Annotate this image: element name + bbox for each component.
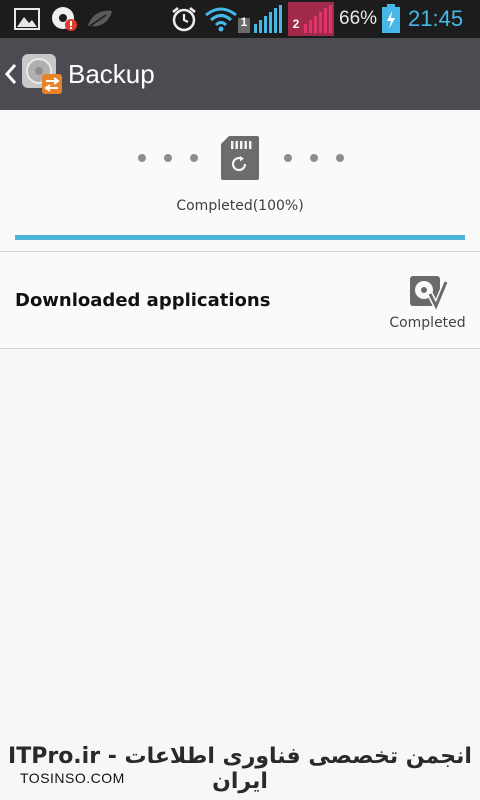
status-bar: 1 2 66% 21:45 [0,0,480,38]
signal-sim1-icon: 1 [238,0,284,38]
item-label: Downloaded applications [15,289,271,311]
sim1-label: 1 [240,15,248,29]
drive-check-icon [408,274,449,314]
battery-charging-icon [381,0,401,38]
backup-app-icon[interactable] [20,52,64,96]
backup-progress-panel: Completed(100%) [0,110,480,252]
chevron-left-icon[interactable] [4,38,20,110]
alarm-icon [170,0,198,38]
progress-status-text: Completed(100%) [176,198,304,214]
clock-time: 21:45 [408,6,464,31]
watermark-site: TOSINSO.COM [20,770,125,786]
item-status: Completed [389,315,466,331]
list-item[interactable]: Downloaded applications Completed [0,252,480,348]
sim2-label: 2 [292,17,300,31]
action-bar: Backup [0,38,480,110]
divider [0,348,480,349]
leaf-icon [86,0,114,38]
music-notification-icon [50,0,78,38]
wifi-icon [204,0,238,38]
progress-dots-left [138,150,198,166]
watermark-text: ITPro.ir - انجمن تخصصی فناوری اطلاعات ای… [8,744,472,794]
gallery-icon [14,0,40,38]
sd-card-restore-icon [221,135,259,181]
page-title: Backup [68,58,155,89]
signal-sim2-icon: 2 [288,0,334,38]
progress-dots-right [284,150,344,166]
battery-percent: 66% [339,8,378,29]
progress-bar-fill [15,235,465,240]
progress-bar [15,235,465,240]
